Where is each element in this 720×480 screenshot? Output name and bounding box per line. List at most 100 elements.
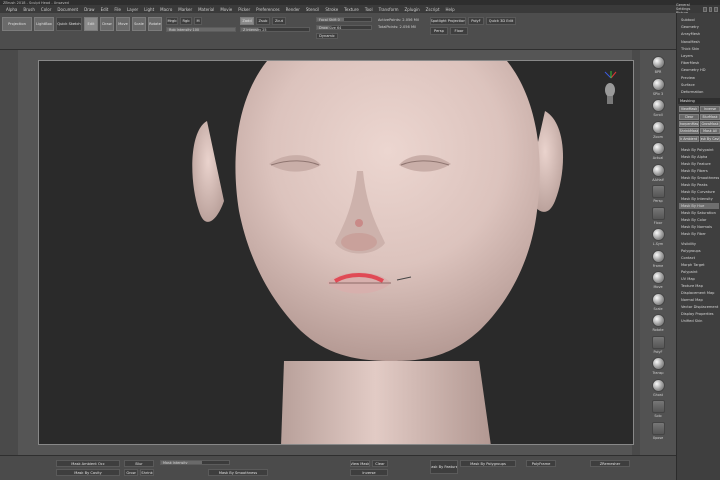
polyf-button[interactable]: PolyF: [468, 17, 484, 25]
palette-item-polypaint[interactable]: Polypaint: [679, 269, 719, 275]
palette-item-subtool[interactable]: Subtool: [679, 17, 719, 23]
tool-strip-xpose[interactable]: Xpose: [647, 421, 669, 440]
palette-item-normal-map[interactable]: Normal Map: [679, 297, 719, 303]
rgb-button[interactable]: Rgb: [180, 17, 192, 25]
m-button[interactable]: M: [194, 17, 202, 25]
masking-item-mask-by-fiber[interactable]: Mask By Fiber: [679, 231, 719, 237]
rgb-intensity-slider[interactable]: Rgb Intensity 100: [166, 27, 236, 32]
masking-subpalette-header[interactable]: Masking: [678, 98, 720, 105]
palette-item-fibermesh[interactable]: FiberMesh: [679, 60, 719, 66]
minimize-icon[interactable]: [703, 6, 707, 12]
masking-button-inverse[interactable]: Inverse: [700, 106, 720, 113]
masking-button-mask-by-cavity[interactable]: Mask By Cavity: [700, 135, 720, 142]
tool-strip-frame[interactable]: Frame: [647, 249, 669, 268]
menu-zplugin[interactable]: Zplugin: [405, 7, 420, 12]
palette-item-layers[interactable]: Layers: [679, 53, 719, 59]
palette-item-unified-skin[interactable]: Unified Skin: [679, 318, 719, 324]
menu-render[interactable]: Render: [286, 7, 300, 12]
tool-strip-spix-3[interactable]: SPix 3: [647, 77, 669, 96]
masking-item-mask-by-smoothness[interactable]: Mask By Smoothness: [679, 175, 719, 181]
persp-button[interactable]: Persp: [430, 27, 448, 35]
tool-strip-scale[interactable]: Scale: [647, 292, 669, 311]
palette-item-vector-displacement[interactable]: Vector Displacement: [679, 304, 719, 310]
masking-item-mask-by-curvature[interactable]: Mask By Curvature: [679, 189, 719, 195]
menu-draw[interactable]: Draw: [84, 7, 94, 12]
masking-item-mask-by-polypaint[interactable]: Mask By Polypaint: [679, 147, 719, 153]
view-mask-button[interactable]: View Mask: [350, 460, 370, 467]
draw-size-slider[interactable]: Draw Size 64: [316, 25, 372, 30]
zadd-button[interactable]: Zadd: [240, 17, 254, 25]
palette-item-nanomesh[interactable]: NanoMesh: [679, 39, 719, 45]
menu-movie[interactable]: Movie: [220, 7, 232, 12]
tool-strip-zoom[interactable]: Zoom: [647, 120, 669, 139]
masking-button-blurmask[interactable]: BlurMask: [700, 113, 720, 120]
mask-by-features-button[interactable]: Mask By Features: [430, 460, 458, 474]
masking-button-mask-all[interactable]: Mask All: [700, 128, 720, 135]
palette-item-visibility[interactable]: Visibility: [679, 241, 719, 247]
masking-item-mask-by-hue[interactable]: Mask By Hue: [679, 203, 719, 210]
masking-item-mask-by-intensity[interactable]: Mask By Intensity: [679, 196, 719, 202]
tool-strip-polyf[interactable]: PolyF: [647, 335, 669, 354]
masking-item-mask-by-feature[interactable]: Mask By Feature: [679, 161, 719, 167]
draw-button[interactable]: Draw: [100, 17, 114, 31]
palette-item-morph-target[interactable]: Morph Target: [679, 262, 719, 268]
menu-edit[interactable]: Edit: [101, 7, 109, 12]
palette-item-uv-map[interactable]: UV Map: [679, 276, 719, 282]
tool-strip-persp[interactable]: Persp: [647, 185, 669, 203]
masking-item-mask-by-alpha[interactable]: Mask By Alpha: [679, 154, 719, 160]
masking-item-mask-by-peaks[interactable]: Mask By Peaks: [679, 182, 719, 188]
menu-file[interactable]: File: [114, 7, 121, 12]
maximize-icon[interactable]: [708, 6, 713, 12]
masking-item-mask-by-saturation[interactable]: Mask By Saturation: [679, 210, 719, 216]
tool-strip-ghost[interactable]: Ghost: [647, 378, 669, 397]
menu-preferences[interactable]: Preferences: [256, 7, 280, 12]
palette-item-arraymesh[interactable]: ArrayMesh: [679, 31, 719, 37]
mrgb-button[interactable]: Mrgb: [166, 17, 178, 25]
inverse-button[interactable]: Inverse: [350, 469, 388, 476]
masking-button-sharpenmask[interactable]: SharpenMask: [679, 121, 699, 127]
menu-stencil[interactable]: Stencil: [306, 7, 320, 12]
mask-by-polygroups-button[interactable]: Mask By Polygroups: [460, 460, 516, 467]
blur-button[interactable]: Blur: [124, 460, 154, 467]
menu-layer[interactable]: Layer: [127, 7, 138, 12]
z-intensity-slider[interactable]: Z Intensity 25: [240, 27, 310, 32]
floor-button[interactable]: Floor: [450, 27, 468, 35]
menu-macro[interactable]: Macro: [160, 7, 172, 12]
menu-texture[interactable]: Texture: [344, 7, 359, 12]
menu-zscript[interactable]: Zscript: [426, 7, 440, 12]
menu-light[interactable]: Light: [144, 7, 154, 12]
palette-item-displacement-map[interactable]: Displacement Map: [679, 290, 719, 296]
tool-strip-aahalf[interactable]: AAHalf: [647, 163, 669, 182]
menu-picker[interactable]: Picker: [238, 7, 250, 12]
palette-item-polygroups[interactable]: Polygroups: [679, 248, 719, 254]
palette-item-geometry[interactable]: Geometry: [679, 24, 719, 30]
zcut-button[interactable]: Zcut: [272, 17, 286, 25]
scale-button[interactable]: Scale: [132, 17, 146, 31]
tool-strip-l-sym[interactable]: L.Sym: [647, 228, 669, 246]
masking-button-growmask[interactable]: GrowMask: [700, 121, 720, 127]
tool-strip-transp[interactable]: Transp: [647, 357, 669, 375]
tool-strip-floor[interactable]: Floor: [647, 206, 669, 225]
menu-document[interactable]: Document: [57, 7, 78, 12]
focal-shift-slider[interactable]: Focal Shift 0: [316, 17, 372, 22]
menu-tool[interactable]: Tool: [365, 7, 373, 12]
mask-intensity-slider[interactable]: Mask Intensity: [160, 460, 230, 465]
masking-item-mask-by-normals[interactable]: Mask By Normals: [679, 224, 719, 230]
grow-button[interactable]: Grow: [124, 469, 138, 476]
palette-item-deformation[interactable]: Deformation: [679, 89, 719, 95]
tool-strip-bpr[interactable]: BPR: [647, 56, 669, 74]
tool-strip-move[interactable]: Move: [647, 271, 669, 289]
mask-ambient-occ-button[interactable]: Mask Ambient Occ: [56, 460, 120, 467]
canvas[interactable]: [38, 60, 634, 445]
quick3d-edit-button[interactable]: Quick 3D Edit: [486, 17, 516, 25]
menu-color[interactable]: Color: [41, 7, 51, 12]
masking-button-mask-ambient-occ[interactable]: Mask Ambient Occ: [679, 135, 699, 142]
menu-marker[interactable]: Marker: [178, 7, 192, 12]
palette-item-contact[interactable]: Contact: [679, 255, 719, 261]
edit-button[interactable]: Edit: [84, 17, 98, 31]
masking-item-mask-by-color[interactable]: Mask By Color: [679, 217, 719, 223]
palette-item-display-properties[interactable]: Display Properties: [679, 311, 719, 317]
menu-stroke[interactable]: Stroke: [325, 7, 338, 12]
navigation-head-widget[interactable]: [603, 70, 617, 106]
masking-button-clear[interactable]: Clear: [679, 113, 699, 120]
